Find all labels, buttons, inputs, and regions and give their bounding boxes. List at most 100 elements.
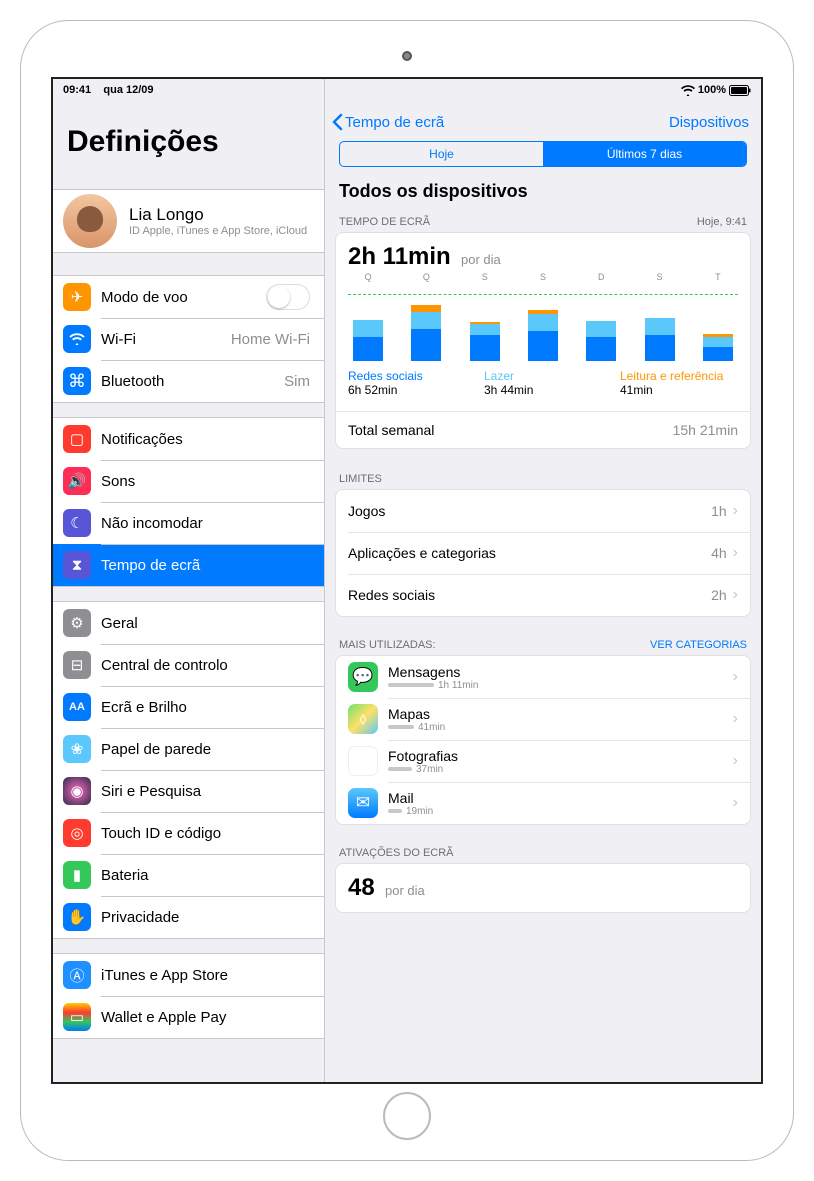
display-label: Ecrã e Brilho [101, 699, 187, 716]
display-row[interactable]: AAEcrã e Brilho [53, 686, 324, 728]
user-group: Lia Longo ID Apple, iTunes e App Store, … [53, 189, 324, 253]
see-categories-link[interactable]: VER CATEGORIAS [650, 639, 747, 651]
battery-icon: ▮ [63, 861, 91, 889]
screentime-header-left: TEMPO DE ECRÃ [339, 216, 430, 228]
siri-row[interactable]: ◉Siri e Pesquisa [53, 770, 324, 812]
detail-pane: Tempo de ecrã Dispositivos Hoje Últimos … [325, 79, 761, 1082]
airplane-row[interactable]: ✈ Modo de voo [53, 276, 324, 318]
app-messages-time: 1h 11min [438, 680, 478, 691]
sounds-icon: 🔊 [63, 467, 91, 495]
screen: 09:41 qua 12/09 100% Definições Lia Long… [51, 77, 763, 1084]
most-used-list: 💬 Mensagens1h 11min › ⬨ Mapas41min › 🏵 F… [335, 655, 751, 825]
cat-social-val: 6h 52min [348, 383, 466, 397]
limit-games-row[interactable]: Jogos1h› [336, 490, 750, 532]
wifi-icon [681, 85, 695, 96]
screentime-label: Tempo de ecrã [101, 557, 200, 574]
user-name: Lia Longo [129, 205, 310, 225]
app-messages-row[interactable]: 💬 Mensagens1h 11min › [336, 656, 750, 698]
mail-icon: ✉ [348, 788, 378, 818]
bluetooth-row[interactable]: ⌘ Bluetooth Sim [53, 360, 324, 402]
cat-leisure-name: Lazer [484, 369, 602, 383]
home-button[interactable] [383, 1092, 431, 1140]
app-maps-bar [388, 725, 414, 729]
status-bar: 09:41 qua 12/09 100% [53, 79, 761, 101]
time-range-segment[interactable]: Hoje Últimos 7 dias [339, 141, 747, 167]
limit-apps-label: Aplicações e categorias [348, 545, 711, 561]
pickups-header-label: ATIVAÇÕES DO ECRÃ [339, 847, 454, 859]
segment-week[interactable]: Últimos 7 dias [543, 142, 746, 166]
status-date: qua 12/09 [103, 84, 153, 96]
screentime-row[interactable]: ⧗ Tempo de ecrã [53, 544, 324, 586]
daily-average: 2h 11min por dia [348, 243, 738, 271]
user-sublabel: ID Apple, iTunes e App Store, iCloud [129, 225, 310, 237]
chevron-right-icon: › [733, 794, 738, 812]
wifi-row[interactable]: Wi-Fi Home Wi-Fi [53, 318, 324, 360]
limit-social-val: 2h [711, 587, 727, 603]
connectivity-group: ✈ Modo de voo Wi-Fi Home Wi-Fi ⌘ Bluetoo… [53, 275, 324, 403]
notifications-row[interactable]: ▢ Notificações [53, 418, 324, 460]
photos-icon: 🏵 [348, 746, 378, 776]
most-used-label: MAIS UTILIZADAS: [339, 639, 436, 651]
maps-icon: ⬨ [348, 704, 378, 734]
cat-leisure-val: 3h 44min [484, 383, 602, 397]
control-center-row[interactable]: ⊟Central de controlo [53, 644, 324, 686]
app-mail-bar [388, 809, 402, 813]
airplane-toggle[interactable] [266, 284, 310, 310]
app-maps-row[interactable]: ⬨ Mapas41min › [336, 698, 750, 740]
avg-value: 2h 11min [348, 243, 451, 270]
touchid-row[interactable]: ◎Touch ID e código [53, 812, 324, 854]
general-label: Geral [101, 615, 138, 632]
limit-apps-row[interactable]: Aplicações e categorias4h› [336, 532, 750, 574]
chevron-right-icon: › [733, 586, 738, 604]
itunes-row[interactable]: ⒶiTunes e App Store [53, 954, 324, 996]
segment-today[interactable]: Hoje [340, 142, 543, 166]
limit-social-row[interactable]: Redes sociais2h› [336, 574, 750, 616]
battery-percent: 100% [698, 84, 726, 96]
wallet-row[interactable]: ▭Wallet e Apple Pay [53, 996, 324, 1038]
notifications-icon: ▢ [63, 425, 91, 453]
usage-chart: QQSSDST [348, 271, 738, 361]
chevron-right-icon: › [733, 710, 738, 728]
appstore-icon: Ⓐ [63, 961, 91, 989]
switches-icon: ⊟ [63, 651, 91, 679]
app-mail-time: 19min [406, 806, 433, 817]
limits-list: Jogos1h› Aplicações e categorias4h› Rede… [335, 489, 751, 617]
apple-id-row[interactable]: Lia Longo ID Apple, iTunes e App Store, … [53, 190, 324, 252]
camera-dot [402, 51, 412, 61]
pickups-card[interactable]: 48 por dia [335, 863, 751, 913]
wifi-label: Wi-Fi [101, 331, 231, 348]
app-photos-name: Fotografias [388, 748, 733, 764]
app-photos-bar [388, 767, 412, 771]
status-right: 100% [681, 84, 751, 96]
pickups-number: 48 [348, 874, 375, 901]
chevron-right-icon: › [733, 544, 738, 562]
bluetooth-value: Sim [284, 373, 310, 390]
privacy-label: Privacidade [101, 909, 179, 926]
chevron-right-icon: › [733, 502, 738, 520]
screentime-card[interactable]: 2h 11min por dia QQSSDST Redes sociais6h… [335, 232, 751, 449]
all-devices-title: Todos os dispositivos [325, 173, 761, 206]
back-button[interactable]: Tempo de ecrã [331, 113, 444, 131]
ipad-frame: 09:41 qua 12/09 100% Definições Lia Long… [20, 20, 794, 1161]
privacy-row[interactable]: ✋Privacidade [53, 896, 324, 938]
pickups-value: 48 por dia [336, 864, 750, 912]
devices-button[interactable]: Dispositivos [669, 114, 749, 131]
app-mail-row[interactable]: ✉ Mail19min › [336, 782, 750, 824]
general-row[interactable]: ⚙Geral [53, 602, 324, 644]
app-messages-name: Mensagens [388, 664, 733, 680]
store-group: ⒶiTunes e App Store ▭Wallet e Apple Pay [53, 953, 324, 1039]
siri-icon: ◉ [63, 777, 91, 805]
app-mail-name: Mail [388, 790, 733, 806]
app-maps-name: Mapas [388, 706, 733, 722]
category-legend: Redes sociais6h 52min Lazer3h 44min Leit… [348, 361, 738, 401]
airplane-label: Modo de voo [101, 289, 266, 306]
limit-games-label: Jogos [348, 503, 711, 519]
status-time: 09:41 [63, 84, 91, 96]
dnd-row[interactable]: ☾ Não incomodar [53, 502, 324, 544]
battery-row[interactable]: ▮Bateria [53, 854, 324, 896]
app-photos-row[interactable]: 🏵 Fotografias37min › [336, 740, 750, 782]
app-photos-time: 37min [416, 764, 443, 775]
wallpaper-row[interactable]: ❀Papel de parede [53, 728, 324, 770]
back-label: Tempo de ecrã [345, 114, 444, 131]
sounds-row[interactable]: 🔊 Sons [53, 460, 324, 502]
